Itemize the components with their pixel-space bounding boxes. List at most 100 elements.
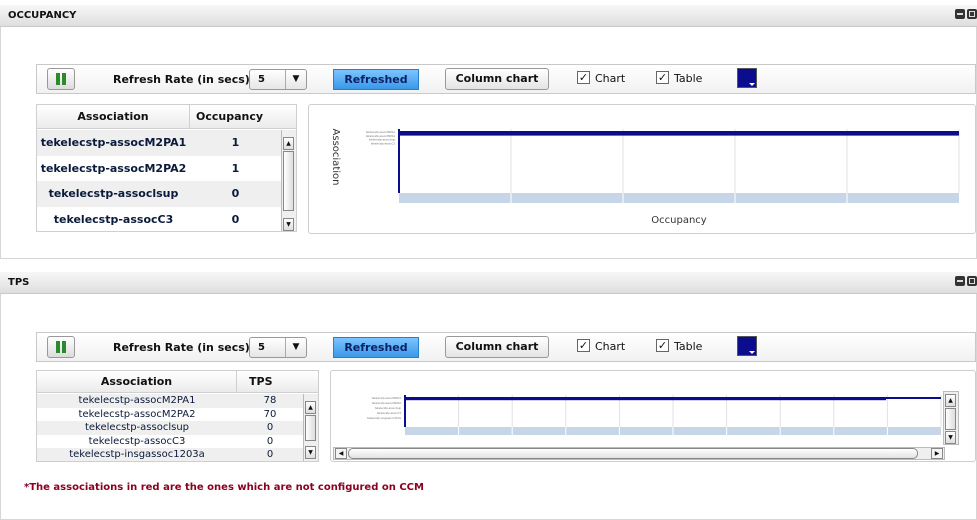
footnote: *The associations in red are the ones wh… — [24, 482, 424, 493]
tps-chart-vscrollbar[interactable]: ▲ ▼ — [943, 391, 959, 445]
value-cell: 78 — [263, 395, 277, 406]
tps-chart-hscrollbar[interactable]: ◀ ▶ — [333, 447, 945, 460]
y-axis-title: Association — [330, 129, 341, 186]
chevron-down-icon[interactable]: ▼ — [285, 70, 306, 89]
table-row[interactable]: tekelecstp-assocM2PA1 1 — [37, 130, 281, 156]
scroll-thumb[interactable] — [283, 151, 294, 211]
association-cell: tekelecstp-assocM2PA2 — [40, 161, 187, 175]
category-label: tekelecstp-assocC3 — [371, 141, 396, 145]
scroll-down-icon[interactable]: ▼ — [945, 431, 956, 444]
scroll-up-icon[interactable]: ▲ — [283, 137, 294, 150]
occupancy-window-controls — [953, 9, 977, 22]
category-label: tekelecstp-insgassoc1203a — [367, 416, 401, 420]
refreshed-button[interactable]: Refreshed — [333, 337, 419, 358]
minimize-icon[interactable] — [955, 276, 965, 286]
occupancy-toolbar: Refresh Rate (in secs) 5 ▼ Refreshed Col… — [36, 64, 976, 94]
category-label: tekelecstp-assocM2PA2 — [366, 134, 396, 138]
table-checkbox-label: Table — [674, 72, 703, 85]
occupancy-chart: tekelecstp-assocM2PA1 tekelecstp-assocM2P… — [308, 104, 976, 234]
category-label: tekelecstp-assocM2PA1 — [372, 396, 402, 400]
occupancy-table-scrollbar[interactable]: ▲ ▼ — [281, 130, 296, 231]
value-cell: 0 — [231, 187, 240, 200]
value-cell: 0 — [231, 212, 240, 226]
value-cell: 0 — [266, 449, 274, 460]
chart-checkbox[interactable]: ✓ — [577, 339, 590, 352]
pause-button[interactable] — [47, 68, 75, 90]
scroll-thumb[interactable] — [348, 448, 918, 459]
association-cell: tekelecstp-insgassoc1203a — [69, 449, 205, 460]
table-row[interactable]: tekelecstp-insgassoc1203a 0 — [37, 448, 303, 461]
value-cell: 70 — [263, 408, 277, 420]
minimize-icon[interactable] — [955, 9, 965, 19]
association-cell: tekelecstp-assoclsup — [84, 422, 189, 433]
value-cell: 0 — [266, 435, 274, 447]
table-row[interactable]: tekelecstp-assocC3 0 — [37, 434, 303, 448]
chart-checkbox-label: Chart — [595, 72, 626, 85]
color-picker[interactable] — [737, 336, 757, 356]
category-label: tekelecstp-assocC3 — [377, 411, 402, 415]
scroll-up-icon[interactable]: ▲ — [305, 401, 316, 414]
refreshed-button[interactable]: Refreshed — [333, 69, 419, 90]
scroll-thumb[interactable] — [945, 408, 956, 430]
refresh-rate-value: 5 — [258, 342, 265, 353]
association-cell: tekelecstp-assocC3 — [53, 212, 174, 226]
association-cell: tekelecstp-assocM2PA2 — [78, 408, 196, 420]
tps-table-scrollbar[interactable]: ▲ ▼ — [303, 394, 318, 461]
scroll-thumb[interactable] — [305, 415, 316, 441]
refresh-rate-value: 5 — [258, 74, 265, 85]
value-cell: 0 — [266, 422, 274, 433]
category-label: tekelecstp-assoclsup — [369, 138, 395, 142]
column-header-association[interactable]: Association — [37, 371, 237, 393]
tps-panel-title: TPS — [8, 277, 30, 288]
plot-area — [399, 129, 959, 193]
value-cell: 1 — [231, 161, 240, 175]
occupancy-chart-svg: tekelecstp-assocM2PA1tekelecstp-assocM2P… — [330, 129, 960, 226]
x-axis-title: Occupancy — [651, 215, 707, 226]
association-cell: tekelecstp-assocM2PA1 — [40, 136, 187, 149]
table-checkbox[interactable]: ✓ — [656, 339, 669, 352]
column-header-association[interactable]: Association — [37, 105, 190, 129]
scroll-down-icon[interactable]: ▼ — [305, 446, 316, 459]
color-picker[interactable] — [737, 68, 757, 88]
scroll-left-icon[interactable]: ◀ — [335, 448, 347, 459]
table-checkbox-label: Table — [674, 340, 703, 353]
chart-checkbox[interactable]: ✓ — [577, 71, 590, 84]
maximize-icon[interactable] — [967, 276, 977, 286]
table-row[interactable]: tekelecstp-assocM2PA2 1 — [37, 155, 281, 181]
table-checkbox[interactable]: ✓ — [656, 71, 669, 84]
scroll-right-icon[interactable]: ▶ — [931, 448, 943, 459]
table-row[interactable]: tekelecstp-assoclsup 0 — [37, 181, 281, 207]
occupancy-panel-header: OCCUPANCY — [0, 5, 977, 27]
table-row[interactable]: tekelecstp-assocC3 0 — [37, 206, 281, 231]
tps-chart: tekelecstp-assocM2PA1 tekelecstp-assocM2P… — [330, 370, 976, 462]
association-cell: tekelecstp-assocM2PA1 — [78, 395, 196, 406]
maximize-icon[interactable] — [967, 9, 977, 19]
tps-table: Association TPS tekelecstp-assocM2PA1 78 t… — [36, 370, 319, 462]
occupancy-table: Association Occupancy tekelecstp-assocM2… — [36, 104, 297, 232]
chevron-down-icon[interactable]: ▼ — [285, 338, 306, 357]
column-chart-button[interactable]: Column chart — [445, 68, 549, 90]
category-label: tekelecstp-assocM2PA2 — [372, 401, 402, 405]
refresh-rate-label: Refresh Rate (in secs) — [113, 341, 250, 354]
column-header-occupancy[interactable]: Occupancy — [190, 105, 296, 129]
bar — [405, 398, 887, 401]
column-chart-button[interactable]: Column chart — [445, 336, 549, 358]
tps-toolbar: Refresh Rate (in secs) 5 ▼ Refreshed Col… — [36, 332, 976, 362]
bar — [399, 132, 959, 136]
value-cell: 1 — [231, 136, 240, 149]
scroll-down-icon[interactable]: ▼ — [283, 218, 294, 231]
table-row[interactable]: tekelecstp-assocM2PA2 70 — [37, 407, 303, 421]
pause-button[interactable] — [47, 336, 75, 358]
occupancy-panel-title: OCCUPANCY — [8, 10, 77, 21]
refresh-rate-select[interactable]: 5 ▼ — [249, 337, 307, 358]
table-row[interactable]: tekelecstp-assoclsup 0 — [37, 421, 303, 435]
table-row[interactable]: tekelecstp-assocM2PA1 78 — [37, 394, 303, 408]
scroll-up-icon[interactable]: ▲ — [945, 394, 956, 407]
category-label: tekelecstp-assocM2PA1 — [366, 130, 396, 134]
refresh-rate-select[interactable]: 5 ▼ — [249, 69, 307, 90]
x-axis-band — [399, 193, 959, 203]
category-label: tekelecstp-assoclsup — [375, 406, 401, 410]
association-cell: tekelecstp-assocC3 — [88, 435, 186, 447]
refresh-rate-label: Refresh Rate (in secs) — [113, 73, 250, 86]
column-header-tps[interactable]: TPS — [237, 371, 318, 393]
